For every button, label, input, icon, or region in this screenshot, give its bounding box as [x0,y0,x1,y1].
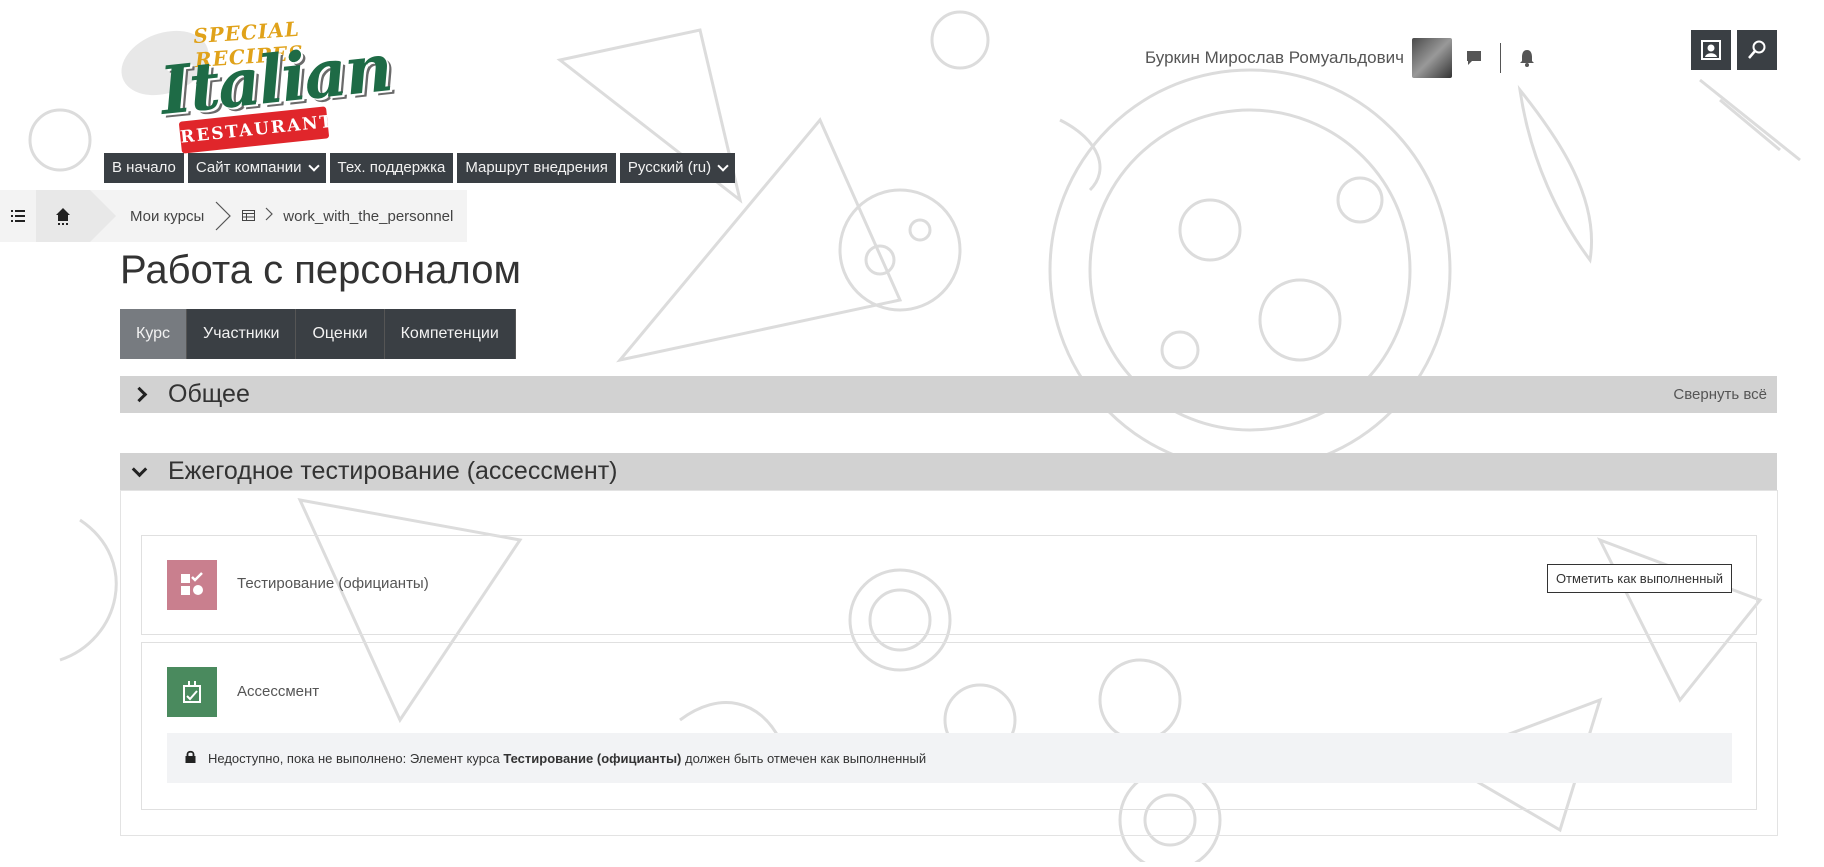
avatar[interactable] [1412,38,1452,78]
breadcrumb-my-courses[interactable]: Мои курсы [130,208,204,225]
user-switch-icon[interactable] [1691,30,1731,70]
activity-item: Ассессмент Недоступно, пока не выполнено… [141,642,1757,810]
home-icon[interactable] [36,190,116,242]
nav-item-route[interactable]: Маршрут внедрения [457,153,616,183]
chevron-down-icon[interactable] [120,453,158,490]
tab-course[interactable]: Курс [120,309,188,359]
list-icon[interactable] [0,190,36,242]
course-tabs: Курс Участники Оценки Компетенции [120,309,516,359]
nav-item-label: Тех. поддержка [337,159,446,176]
assessment-icon[interactable] [167,667,217,717]
chevron-down-icon [307,160,320,172]
main-nav: В начало Сайт компании Тех. поддержка Ма… [104,153,736,183]
tab-participants[interactable]: Участники [187,309,297,359]
nav-item-label: Русский (ru) [627,159,712,176]
site-logo[interactable]: SPECIAL RECIPES Italian RESTAURANT [112,17,394,154]
nav-item-language[interactable]: Русский (ru) [619,153,736,183]
header-divider [1500,43,1501,73]
tab-competencies[interactable]: Компетенции [384,309,516,359]
chevron-down-icon [717,160,729,172]
breadcrumb-separator-icon [214,190,232,242]
breadcrumb-trail: Мои курсы work_with_the_personnel [90,190,468,242]
collapse-all-link[interactable]: Свернуть всё [1673,386,1767,403]
user-menu: Буркин Мирослав Ромуальдович [1145,38,1541,78]
restriction-prefix: Недоступно, пока не выполнено: Элемент к… [208,750,500,766]
nav-item-company-site[interactable]: Сайт компании [187,153,326,183]
mark-complete-button[interactable]: Отметить как выполненный [1546,564,1732,593]
quiz-icon[interactable] [167,560,217,610]
section-annual-header[interactable]: Ежегодное тестирование (ассессмент) [120,453,1777,490]
restriction-item: Тестирование (официанты) [503,750,682,766]
bell-icon[interactable] [1513,44,1541,72]
nav-item-support[interactable]: Тех. поддержка [329,153,454,183]
activity-name[interactable]: Тестирование (официанты) [237,575,429,592]
section-general-title[interactable]: Общее [168,380,250,409]
restriction-notice: Недоступно, пока не выполнено: Элемент к… [167,733,1732,783]
chevron-right-icon[interactable] [120,376,158,413]
nav-item-home[interactable]: В начало [104,153,184,183]
lock-icon [185,750,196,766]
breadcrumb: Мои курсы work_with_the_personnel [0,190,468,242]
nav-item-label: Маршрут внедрения [465,159,608,176]
activity-name[interactable]: Ассессмент [237,683,319,700]
tab-grades[interactable]: Оценки [296,309,385,359]
user-name[interactable]: Буркин Мирослав Ромуальдович [1145,48,1404,68]
message-icon[interactable] [1460,44,1488,72]
nav-item-label: В начало [112,159,176,176]
section-annual-title[interactable]: Ежегодное тестирование (ассессмент) [168,457,618,486]
page-title: Работа с персоналом [120,248,521,292]
header-actions [1691,30,1777,70]
search-icon[interactable] [1737,30,1777,70]
section-general-header[interactable]: Общее Свернуть всё [120,376,1777,413]
breadcrumb-course[interactable]: work_with_the_personnel [283,208,453,225]
activity-item: Тестирование (официанты) Отметить как вы… [141,535,1757,635]
breadcrumb-separator-icon [265,207,274,226]
section-annual-content: Тестирование (официанты) Отметить как вы… [120,490,1778,836]
nav-item-label: Сайт компании [195,159,302,176]
restriction-suffix: должен быть отмечен как выполненный [685,750,927,766]
course-table-icon [242,208,256,225]
